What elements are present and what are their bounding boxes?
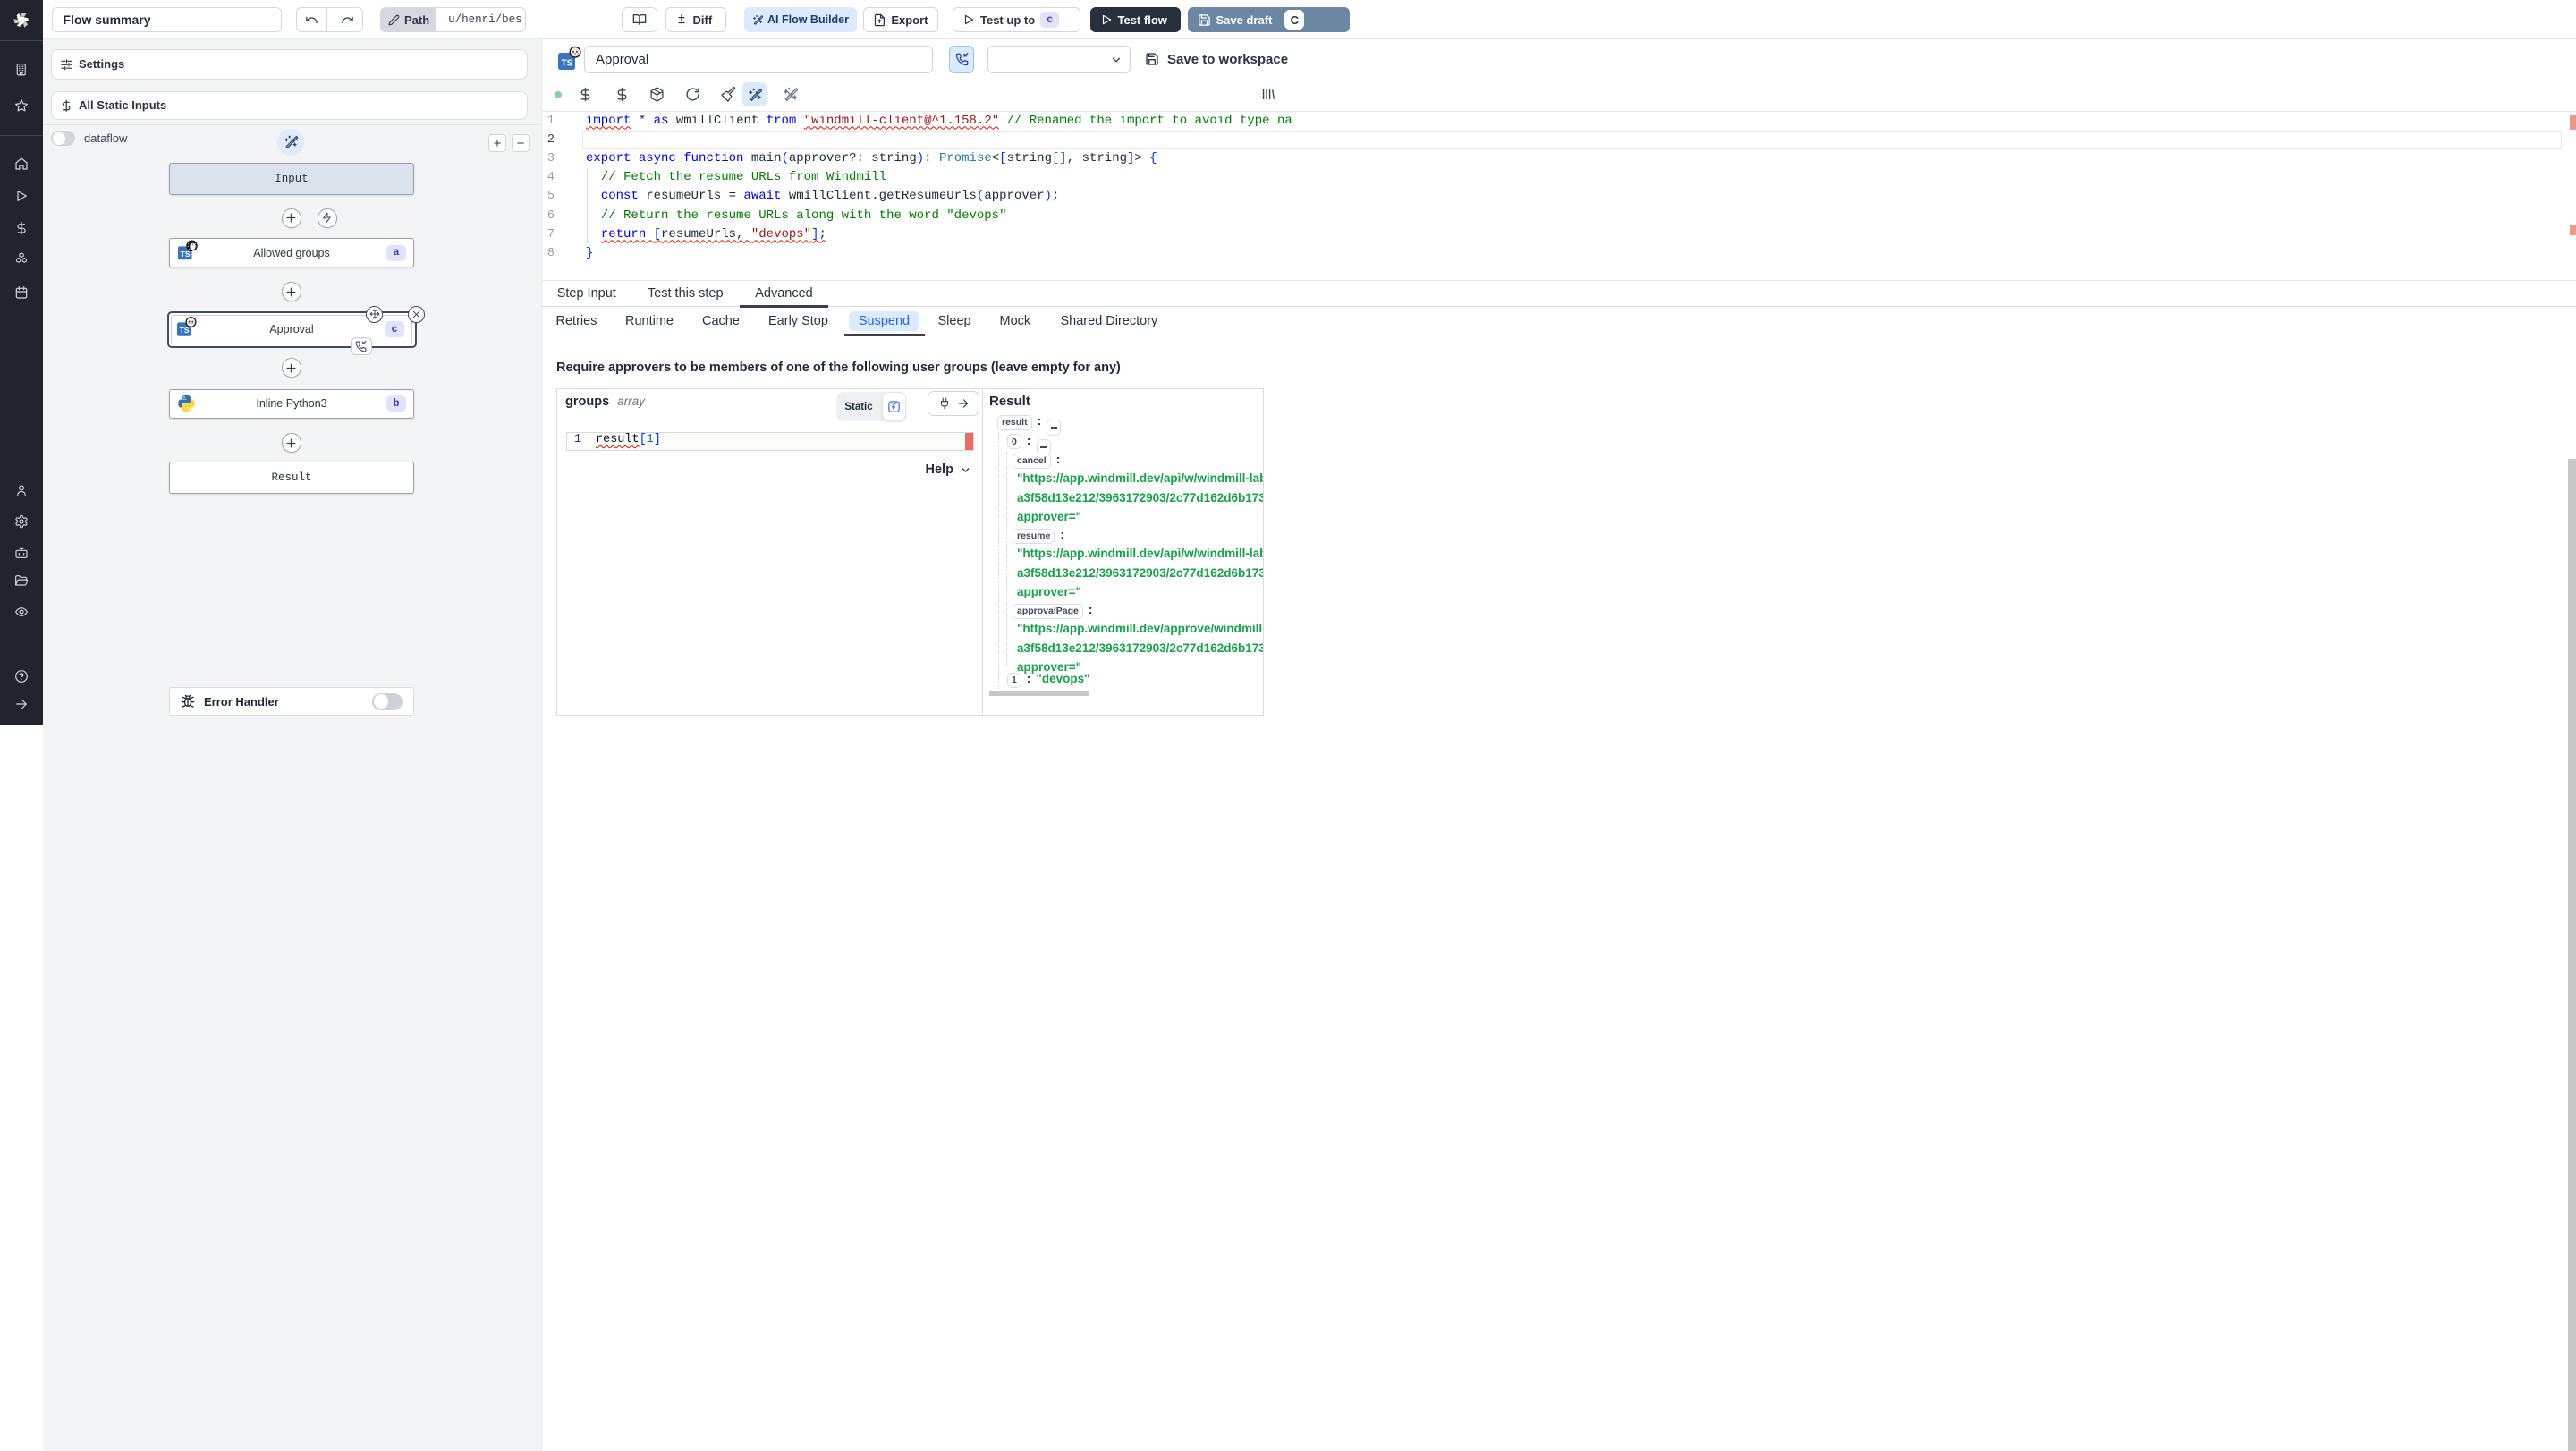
svg-text:TS: TS	[561, 58, 572, 68]
